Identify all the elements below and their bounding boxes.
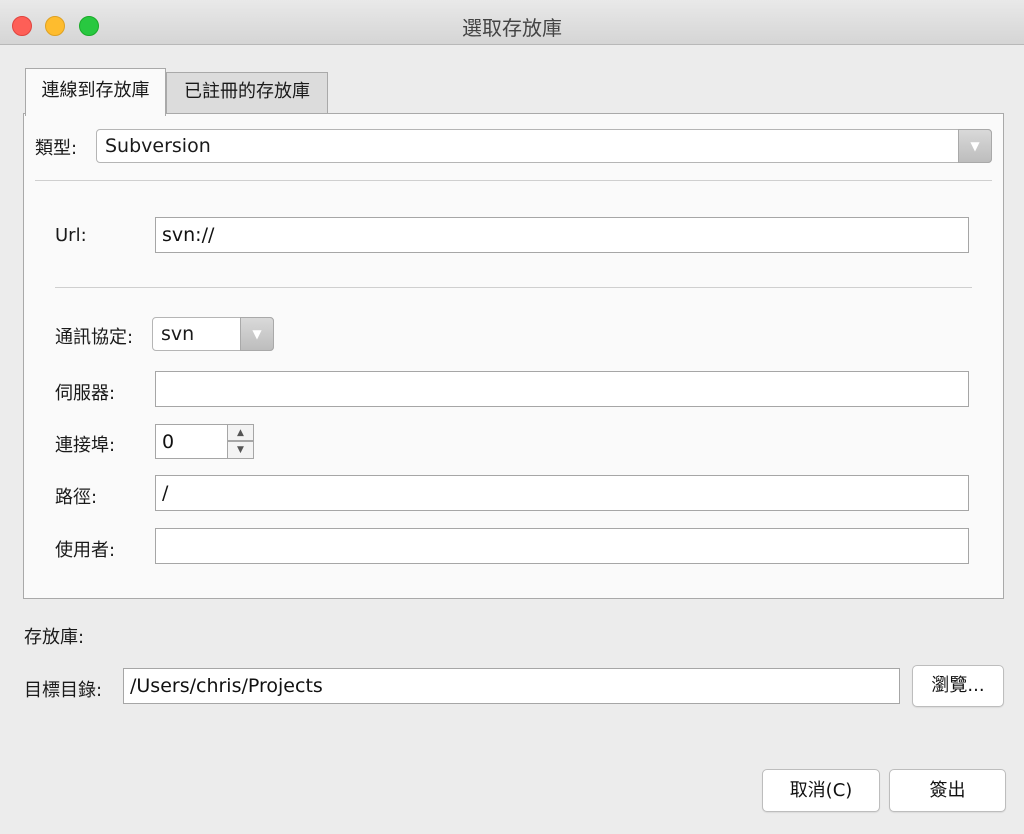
divider <box>35 180 992 181</box>
port-input-value: 0 <box>162 431 175 453</box>
connect-panel <box>23 113 1004 599</box>
type-select-value: Subversion <box>105 135 211 157</box>
triangle-up-icon: ▲ <box>237 427 244 438</box>
cancel-button[interactable]: 取消(C) <box>762 769 880 812</box>
target-directory-value: /Users/chris/Projects <box>130 675 323 697</box>
port-increment-button[interactable]: ▲ <box>227 424 254 441</box>
type-label: 類型: <box>35 138 78 159</box>
tab-registered-repositories[interactable]: 已註冊的存放庫 <box>166 72 328 114</box>
checkout-button-label: 簽出 <box>929 780 966 801</box>
checkout-button[interactable]: 簽出 <box>889 769 1006 812</box>
url-label: Url: <box>55 225 87 246</box>
tab-label: 連線到存放庫 <box>41 80 150 101</box>
port-decrement-button[interactable]: ▼ <box>227 441 254 459</box>
repository-label: 存放庫: <box>24 627 85 648</box>
chevron-down-icon[interactable]: ▼ <box>958 129 992 163</box>
window-title: 選取存放庫 <box>462 16 562 40</box>
path-input[interactable]: / <box>155 475 969 511</box>
user-label: 使用者: <box>55 540 116 561</box>
browse-button-label: 瀏覽... <box>931 675 985 696</box>
server-label: 伺服器: <box>55 383 116 404</box>
divider <box>55 287 972 288</box>
title-bar: 選取存放庫 <box>0 0 1024 45</box>
tab-connect-repository[interactable]: 連線到存放庫 <box>25 68 166 116</box>
protocol-select[interactable]: svn ▼ <box>152 317 274 351</box>
path-label: 路徑: <box>55 487 98 508</box>
type-select[interactable]: Subversion ▼ <box>96 129 992 163</box>
target-directory-input[interactable]: /Users/chris/Projects <box>123 668 900 704</box>
cancel-button-label: 取消(C) <box>789 780 853 801</box>
target-directory-label: 目標目錄: <box>24 680 103 701</box>
tab-label: 已註冊的存放庫 <box>184 81 310 102</box>
port-label: 連接埠: <box>55 435 116 456</box>
browse-button[interactable]: 瀏覽... <box>912 665 1004 707</box>
url-input-value: svn:// <box>162 224 215 246</box>
path-input-value: / <box>162 482 169 504</box>
protocol-select-value: svn <box>161 323 195 345</box>
url-input[interactable]: svn:// <box>155 217 969 253</box>
port-input[interactable]: 0 <box>155 424 228 459</box>
triangle-down-icon: ▼ <box>237 445 244 455</box>
server-input[interactable] <box>155 371 969 407</box>
protocol-label: 通訊協定: <box>55 327 134 348</box>
user-input[interactable] <box>155 528 969 564</box>
chevron-down-icon[interactable]: ▼ <box>240 317 274 351</box>
